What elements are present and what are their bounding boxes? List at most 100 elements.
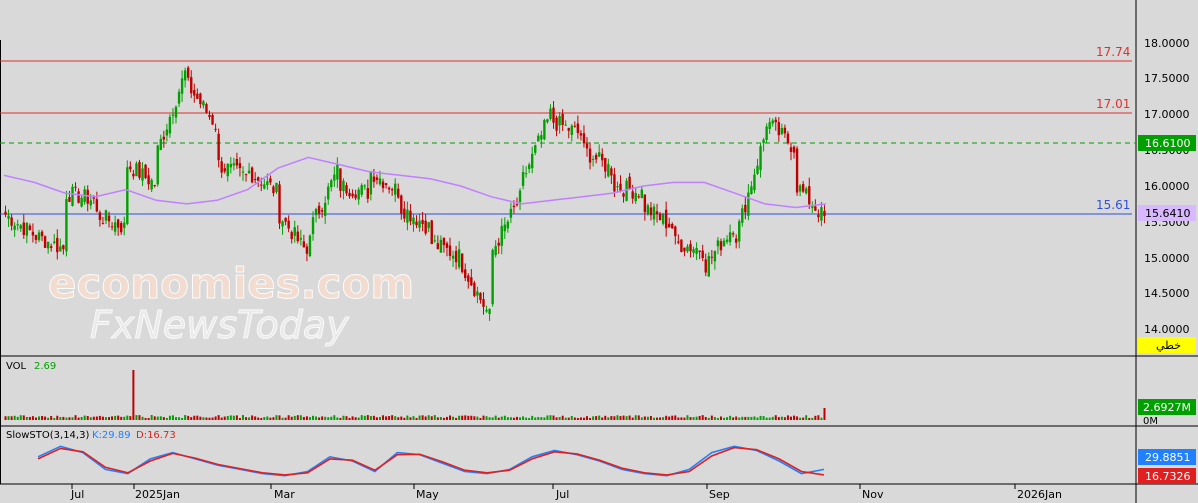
- candle-body[interactable]: [25, 222, 29, 236]
- candle-body[interactable]: [747, 192, 750, 216]
- candle-body[interactable]: [53, 241, 56, 243]
- candle-body[interactable]: [260, 184, 263, 186]
- candle-body[interactable]: [515, 204, 519, 206]
- candle-body[interactable]: [403, 208, 406, 219]
- candle-body[interactable]: [384, 183, 388, 186]
- candle-body[interactable]: [661, 214, 665, 224]
- candle-body[interactable]: [89, 200, 92, 206]
- candle-body[interactable]: [232, 163, 236, 166]
- candle-body[interactable]: [753, 174, 756, 191]
- candle-body[interactable]: [588, 148, 592, 163]
- candle-body[interactable]: [263, 184, 266, 189]
- candle-body[interactable]: [582, 133, 586, 144]
- candle-body[interactable]: [211, 115, 214, 125]
- candle-body[interactable]: [208, 114, 211, 118]
- candle-body[interactable]: [418, 220, 421, 228]
- candle-body[interactable]: [534, 145, 537, 153]
- candle-body[interactable]: [4, 211, 7, 215]
- candle-body[interactable]: [120, 223, 123, 233]
- candle-body[interactable]: [28, 225, 32, 231]
- candle-body[interactable]: [284, 217, 287, 222]
- candle-body[interactable]: [305, 246, 309, 254]
- candle-body[interactable]: [750, 186, 753, 194]
- candle-body[interactable]: [734, 238, 738, 243]
- candle-body[interactable]: [476, 291, 479, 296]
- candle-body[interactable]: [439, 239, 443, 253]
- candle-body[interactable]: [695, 248, 698, 254]
- candle-body[interactable]: [287, 220, 290, 229]
- candle-body[interactable]: [817, 214, 820, 218]
- candle-body[interactable]: [601, 153, 604, 161]
- candle-body[interactable]: [421, 219, 424, 224]
- candle-body[interactable]: [823, 211, 826, 217]
- candle-body[interactable]: [159, 138, 162, 150]
- candle-body[interactable]: [281, 221, 284, 227]
- candle-body[interactable]: [278, 184, 281, 224]
- candle-body[interactable]: [37, 232, 41, 241]
- candle-body[interactable]: [68, 196, 71, 202]
- candle-body[interactable]: [597, 152, 601, 157]
- candle-body[interactable]: [397, 188, 400, 198]
- candle-body[interactable]: [716, 240, 720, 247]
- candle-body[interactable]: [482, 299, 485, 307]
- candle-body[interactable]: [406, 209, 409, 223]
- candle-body[interactable]: [357, 189, 360, 200]
- candle-body[interactable]: [183, 70, 187, 81]
- candle-body[interactable]: [460, 253, 464, 273]
- candle-body[interactable]: [701, 250, 704, 259]
- candle-body[interactable]: [141, 168, 144, 181]
- candle-body[interactable]: [689, 244, 692, 252]
- candle-body[interactable]: [427, 222, 430, 229]
- yellow-tag[interactable]: خطي: [1138, 337, 1196, 353]
- candle-body[interactable]: [390, 189, 394, 191]
- candle-body[interactable]: [110, 226, 114, 228]
- candle-body[interactable]: [457, 249, 461, 268]
- candle-body[interactable]: [92, 197, 96, 199]
- candle-body[interactable]: [290, 232, 293, 240]
- candle-body[interactable]: [165, 129, 169, 136]
- candle-body[interactable]: [342, 180, 345, 192]
- candle-body[interactable]: [805, 188, 808, 194]
- candle-body[interactable]: [43, 236, 47, 248]
- candle-body[interactable]: [135, 163, 138, 177]
- candle-body[interactable]: [150, 179, 153, 190]
- candle-body[interactable]: [369, 171, 373, 195]
- candle-body[interactable]: [524, 173, 528, 175]
- candle-body[interactable]: [174, 106, 178, 118]
- candle-body[interactable]: [177, 91, 181, 104]
- candle-body[interactable]: [10, 217, 13, 226]
- candle-body[interactable]: [217, 133, 220, 161]
- candle-body[interactable]: [116, 219, 120, 228]
- candle-body[interactable]: [205, 104, 208, 113]
- candle-body[interactable]: [594, 154, 598, 160]
- candle-body[interactable]: [531, 153, 534, 169]
- candle-body[interactable]: [607, 164, 610, 177]
- candle-body[interactable]: [381, 181, 385, 189]
- candle-body[interactable]: [323, 202, 327, 216]
- candle-body[interactable]: [113, 222, 117, 232]
- candle-body[interactable]: [269, 178, 272, 183]
- candle-body[interactable]: [573, 125, 577, 127]
- candle-body[interactable]: [643, 194, 647, 213]
- candle-body[interactable]: [409, 210, 412, 222]
- candle-body[interactable]: [272, 186, 275, 194]
- candle-body[interactable]: [503, 224, 507, 232]
- candle-body[interactable]: [546, 119, 549, 123]
- candle-body[interactable]: [375, 177, 379, 180]
- candle-body[interactable]: [768, 122, 771, 129]
- candle-body[interactable]: [698, 250, 701, 252]
- candle-body[interactable]: [610, 168, 613, 176]
- candle-body[interactable]: [677, 241, 680, 243]
- candle-body[interactable]: [241, 171, 245, 173]
- candle-body[interactable]: [576, 123, 580, 134]
- candle-body[interactable]: [22, 222, 25, 236]
- candle-body[interactable]: [786, 133, 790, 144]
- candle-body[interactable]: [394, 183, 397, 195]
- candle-body[interactable]: [543, 120, 546, 140]
- candle-body[interactable]: [652, 206, 656, 220]
- candle-body[interactable]: [138, 162, 141, 178]
- candle-body[interactable]: [13, 225, 16, 230]
- candle-body[interactable]: [725, 239, 729, 242]
- candle-body[interactable]: [521, 171, 525, 186]
- candle-body[interactable]: [366, 188, 370, 199]
